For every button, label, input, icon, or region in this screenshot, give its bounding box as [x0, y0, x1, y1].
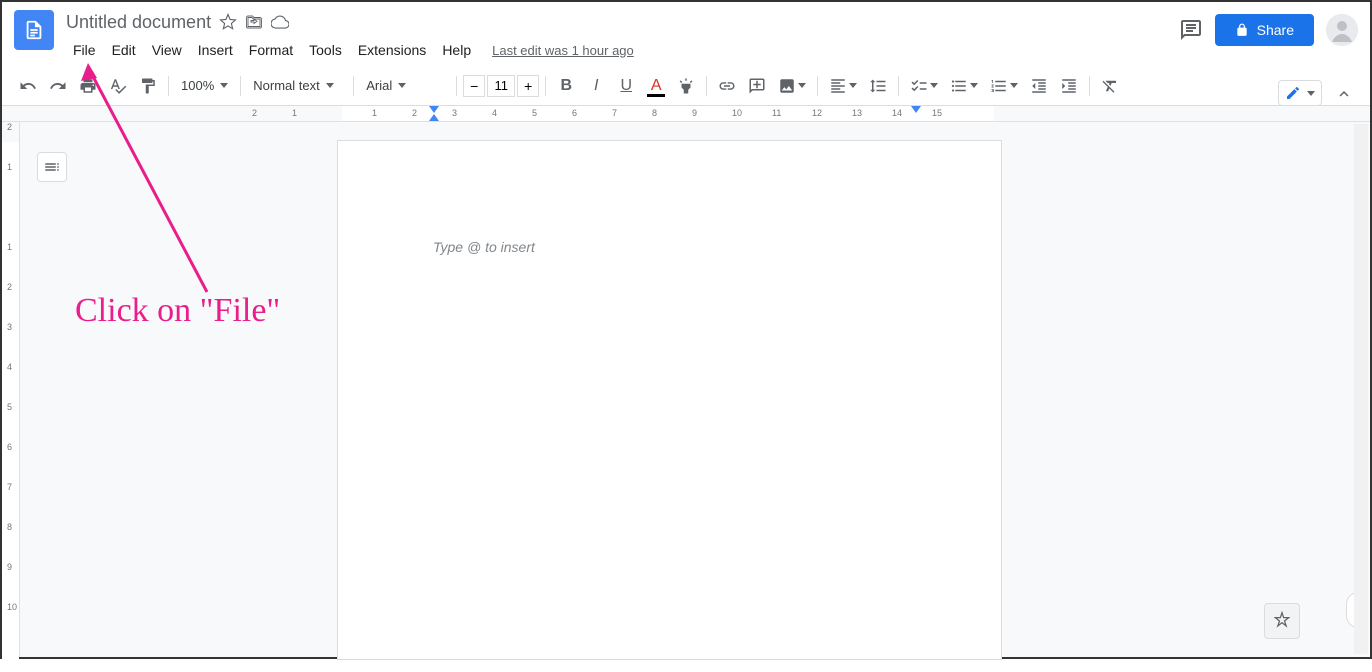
separator: [1089, 76, 1090, 96]
show-outline-button[interactable]: [37, 152, 67, 182]
editing-mode-button[interactable]: [1278, 80, 1322, 106]
separator: [353, 76, 354, 96]
print-button[interactable]: [74, 72, 102, 100]
insert-placeholder: Type @ to insert: [433, 239, 535, 255]
menu-file[interactable]: File: [66, 38, 103, 62]
font-size-input[interactable]: [487, 75, 515, 97]
cloud-status-icon[interactable]: [271, 13, 289, 31]
highlight-button[interactable]: [672, 72, 700, 100]
bullet-list-button[interactable]: [945, 72, 983, 100]
docs-logo[interactable]: [14, 10, 54, 50]
last-edit-link[interactable]: Last edit was 1 hour ago: [492, 43, 634, 58]
numbered-list-button[interactable]: [985, 72, 1023, 100]
first-line-indent-marker[interactable]: [429, 106, 439, 113]
line-spacing-button[interactable]: [864, 72, 892, 100]
insert-image-button[interactable]: [773, 72, 811, 100]
undo-button[interactable]: [14, 72, 42, 100]
font-size-decrease[interactable]: −: [463, 75, 485, 97]
text-color-button[interactable]: A: [642, 72, 670, 100]
toolbar: 100% Normal text Arial − + B I U A: [2, 66, 1370, 106]
clear-formatting-button[interactable]: [1096, 72, 1124, 100]
menu-view[interactable]: View: [145, 38, 189, 62]
separator: [898, 76, 899, 96]
menu-bar: File Edit View Insert Format Tools Exten…: [66, 38, 1179, 62]
menu-tools[interactable]: Tools: [302, 38, 349, 62]
redo-button[interactable]: [44, 72, 72, 100]
annotation-text: Click on "File": [75, 292, 280, 330]
paint-format-button[interactable]: [134, 72, 162, 100]
horizontal-ruler[interactable]: 2 1 1 2 3 4 5 6 7 8 9 10 11 12 13 14 15: [2, 106, 1370, 122]
separator: [168, 76, 169, 96]
header-actions: Share: [1179, 10, 1358, 46]
workspace: 2 1 1 2 3 4 5 6 7 8 9 10 Type @ to inser…: [2, 122, 1370, 657]
separator: [545, 76, 546, 96]
zoom-dropdown[interactable]: 100%: [175, 72, 234, 100]
vertical-scrollbar[interactable]: [1354, 124, 1368, 654]
move-icon[interactable]: [245, 13, 263, 31]
right-indent-marker[interactable]: [911, 106, 921, 113]
underline-button[interactable]: U: [612, 72, 640, 100]
decrease-indent-button[interactable]: [1025, 72, 1053, 100]
star-icon[interactable]: [219, 13, 237, 31]
insert-comment-button[interactable]: [743, 72, 771, 100]
font-size-increase[interactable]: +: [517, 75, 539, 97]
checklist-button[interactable]: [905, 72, 943, 100]
spellcheck-button[interactable]: [104, 72, 132, 100]
menu-format[interactable]: Format: [242, 38, 300, 62]
font-dropdown[interactable]: Arial: [360, 72, 450, 100]
document-title[interactable]: Untitled document: [66, 12, 211, 33]
bold-button[interactable]: B: [552, 72, 580, 100]
paragraph-style-dropdown[interactable]: Normal text: [247, 72, 347, 100]
app-header: Untitled document File Edit View Insert …: [2, 2, 1370, 66]
italic-button[interactable]: I: [582, 72, 610, 100]
separator: [456, 76, 457, 96]
title-area: Untitled document File Edit View Insert …: [66, 10, 1179, 62]
explore-button[interactable]: [1264, 603, 1300, 639]
comment-history-icon[interactable]: [1179, 18, 1203, 42]
share-button[interactable]: Share: [1215, 14, 1314, 46]
left-indent-marker[interactable]: [429, 114, 439, 121]
hide-menus-button[interactable]: [1330, 80, 1358, 108]
menu-extensions[interactable]: Extensions: [351, 38, 433, 62]
insert-link-button[interactable]: [713, 72, 741, 100]
document-page[interactable]: Type @ to insert: [337, 140, 1002, 660]
menu-help[interactable]: Help: [435, 38, 478, 62]
separator: [240, 76, 241, 96]
share-label: Share: [1257, 22, 1294, 38]
vertical-ruler[interactable]: 2 1 1 2 3 4 5 6 7 8 9 10: [2, 122, 20, 657]
font-size-control: − +: [463, 75, 539, 97]
separator: [817, 76, 818, 96]
menu-edit[interactable]: Edit: [105, 38, 143, 62]
increase-indent-button[interactable]: [1055, 72, 1083, 100]
menu-insert[interactable]: Insert: [191, 38, 240, 62]
user-avatar[interactable]: [1326, 14, 1358, 46]
separator: [706, 76, 707, 96]
align-button[interactable]: [824, 72, 862, 100]
